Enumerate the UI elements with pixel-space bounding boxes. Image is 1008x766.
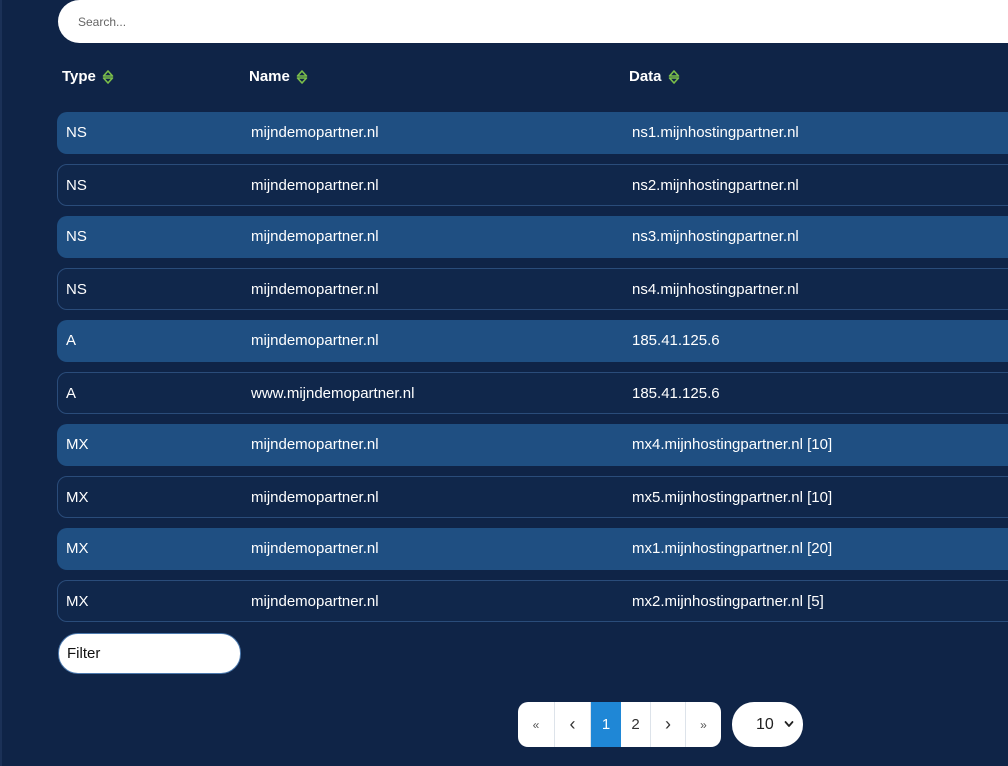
cell-data: mx5.mijnhostingpartner.nl [10]: [632, 489, 833, 506]
page-1-label: 1: [601, 716, 611, 733]
table-row[interactable]: MX mijndemopartner.nl mx4.mijnhostingpar…: [57, 424, 1008, 466]
sort-icon[interactable]: [102, 69, 114, 85]
cell-type: A: [66, 332, 77, 349]
table-row[interactable]: MX mijndemopartner.nl mx1.mijnhostingpar…: [57, 528, 1008, 570]
first-page-button[interactable]: «: [518, 702, 555, 747]
cell-name: mijndemopartner.nl: [251, 540, 379, 557]
cell-name: mijndemopartner.nl: [251, 177, 379, 194]
cell-name: mijndemopartner.nl: [251, 489, 379, 506]
cell-type: MX: [66, 489, 89, 506]
table-row[interactable]: NS mijndemopartner.nl ns1.mijnhostingpar…: [57, 112, 1008, 154]
search-input[interactable]: [58, 0, 1008, 43]
next-page-button[interactable]: ›: [651, 702, 686, 747]
cell-type: MX: [66, 436, 89, 453]
pagination: « ‹ 1 2 › »: [518, 702, 721, 747]
table-row[interactable]: A www.mijndemopartner.nl 185.41.125.6: [57, 372, 1008, 414]
table-row[interactable]: MX mijndemopartner.nl mx5.mijnhostingpar…: [57, 476, 1008, 518]
sort-icon[interactable]: [296, 69, 308, 85]
page-1-button[interactable]: 1: [591, 702, 621, 747]
cell-name: mijndemopartner.nl: [251, 228, 379, 245]
table-row[interactable]: A mijndemopartner.nl 185.41.125.6: [57, 320, 1008, 362]
cell-data: ns4.mijnhostingpartner.nl: [632, 281, 799, 298]
last-page-label: »: [700, 717, 707, 732]
chevron-down-icon: [784, 721, 794, 727]
cell-name: mijndemopartner.nl: [251, 436, 379, 453]
cell-data: ns3.mijnhostingpartner.nl: [632, 228, 799, 245]
left-border: [0, 0, 2, 766]
table-row[interactable]: MX mijndemopartner.nl mx2.mijnhostingpar…: [57, 580, 1008, 622]
prev-page-button[interactable]: ‹: [555, 702, 591, 747]
last-page-button[interactable]: »: [686, 702, 721, 747]
prev-page-label: ‹: [569, 714, 576, 734]
sort-icon[interactable]: [668, 69, 680, 85]
first-page-label: «: [532, 717, 540, 732]
page-2-label: 2: [631, 716, 640, 733]
cell-data: ns2.mijnhostingpartner.nl: [632, 177, 799, 194]
header-name[interactable]: Name: [249, 68, 308, 85]
filter-input[interactable]: [58, 633, 241, 674]
cell-data: mx4.mijnhostingpartner.nl [10]: [632, 436, 833, 453]
table-row[interactable]: NS mijndemopartner.nl ns3.mijnhostingpar…: [57, 216, 1008, 258]
cell-data: 185.41.125.6: [632, 385, 720, 402]
header-type-label: Type: [62, 68, 96, 85]
page-size-select[interactable]: 10: [732, 702, 803, 747]
cell-type: NS: [66, 177, 87, 194]
cell-name: mijndemopartner.nl: [251, 281, 379, 298]
cell-type: NS: [66, 228, 87, 245]
cell-name: mijndemopartner.nl: [251, 593, 379, 610]
cell-data: 185.41.125.6: [632, 332, 720, 349]
page-2-button[interactable]: 2: [621, 702, 651, 747]
cell-name: mijndemopartner.nl: [251, 124, 379, 141]
cell-type: MX: [66, 593, 89, 610]
header-data[interactable]: Data: [629, 68, 680, 85]
cell-type: A: [66, 385, 77, 402]
header-data-label: Data: [629, 68, 662, 85]
page-size-value: 10: [756, 715, 774, 733]
table-row[interactable]: NS mijndemopartner.nl ns4.mijnhostingpar…: [57, 268, 1008, 310]
cell-type: MX: [66, 540, 89, 557]
header-name-label: Name: [249, 68, 290, 85]
cell-data: mx2.mijnhostingpartner.nl [5]: [632, 593, 824, 610]
cell-name: mijndemopartner.nl: [251, 332, 379, 349]
cell-type: NS: [66, 124, 87, 141]
table-row[interactable]: NS mijndemopartner.nl ns2.mijnhostingpar…: [57, 164, 1008, 206]
cell-name: www.mijndemopartner.nl: [251, 385, 415, 402]
cell-data: ns1.mijnhostingpartner.nl: [632, 124, 799, 141]
next-page-label: ›: [665, 714, 671, 734]
cell-type: NS: [66, 281, 87, 298]
header-type[interactable]: Type: [62, 68, 114, 85]
cell-data: mx1.mijnhostingpartner.nl [20]: [632, 540, 833, 557]
